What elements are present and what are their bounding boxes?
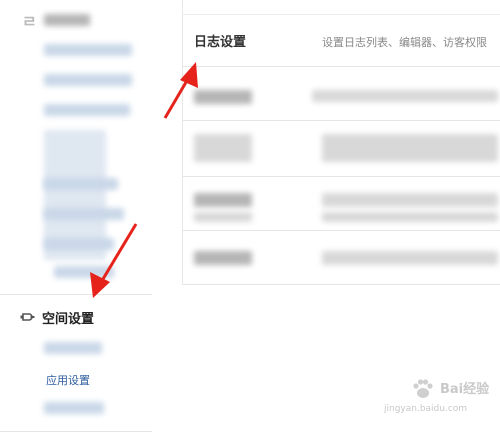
paw-icon [410,376,436,402]
watermark-brand: Bai经验 [440,382,490,397]
annotation-arrows [90,62,198,298]
watermark-url: jingyan.baidu.com [384,404,468,414]
baidu-jingyan-watermark: Bai经验 jingyan.baidu.com [382,376,498,420]
arrow-to-header [163,62,198,119]
arrow-to-section [90,223,138,298]
